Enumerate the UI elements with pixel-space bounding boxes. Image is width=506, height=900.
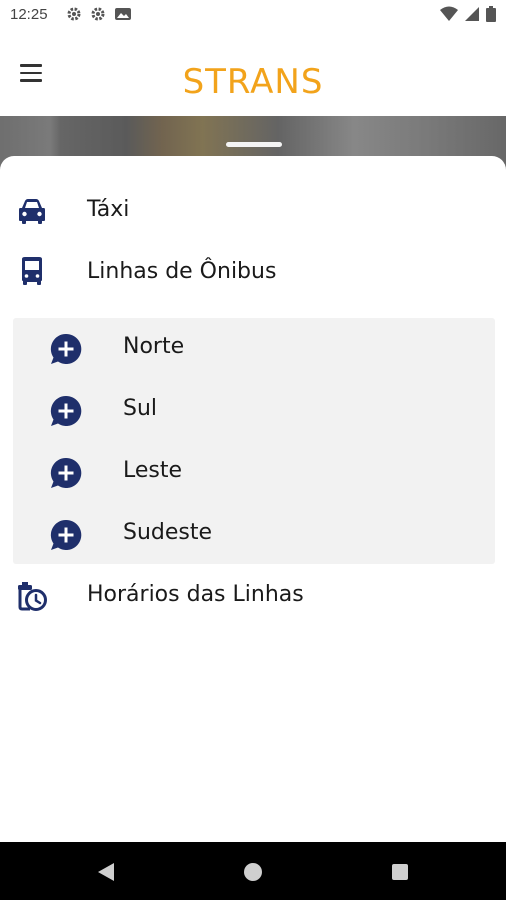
submenu-item-norte[interactable]: Norte: [13, 318, 495, 380]
recents-icon[interactable]: [388, 860, 412, 884]
gallery-icon: [115, 8, 131, 20]
car-icon: [19, 199, 45, 224]
submenu-item-label: Leste: [123, 458, 183, 483]
status-system-icons: [440, 6, 496, 22]
settings-icon: [67, 7, 81, 21]
submenu-item-label: Sudeste: [123, 520, 213, 545]
submenu-item-label: Sul: [123, 396, 158, 421]
bus-lines-submenu: Norte Sul Leste Sudeste: [13, 318, 495, 564]
menu-item-label: Horários das Linhas: [87, 582, 304, 607]
status-time: 12:25: [10, 6, 48, 23]
add-chat-icon: [50, 457, 82, 488]
schedule-clock-icon: [18, 582, 47, 611]
menu-item-line-schedules[interactable]: Horários das Linhas: [0, 566, 506, 626]
submenu-item-leste[interactable]: Leste: [13, 442, 495, 504]
wifi-icon: [440, 6, 458, 21]
add-chat-icon: [50, 519, 82, 550]
menu-item-bus-lines[interactable]: Linhas de Ônibus: [0, 243, 506, 303]
system-navigation-bar: [0, 842, 506, 900]
submenu-item-label: Norte: [123, 334, 185, 359]
menu-item-label: Táxi: [87, 197, 130, 222]
battery-icon: [486, 6, 496, 22]
add-chat-icon: [50, 395, 82, 426]
status-notification-icons: [66, 6, 132, 22]
app-bar: STRANS: [0, 30, 506, 116]
sheet-drag-handle[interactable]: [226, 142, 282, 147]
bus-icon: [22, 257, 42, 285]
settings-icon: [91, 7, 105, 21]
home-icon[interactable]: [241, 860, 265, 884]
menu-item-label: Linhas de Ônibus: [87, 259, 277, 284]
submenu-item-sul[interactable]: Sul: [13, 380, 495, 442]
submenu-item-sudeste[interactable]: Sudeste: [13, 504, 495, 566]
back-icon[interactable]: [94, 860, 118, 884]
status-bar: 12:25: [0, 0, 506, 30]
signal-icon: [465, 7, 479, 21]
menu-item-taxi[interactable]: Táxi: [0, 181, 506, 241]
app-title: STRANS: [182, 62, 324, 102]
add-chat-icon: [50, 333, 82, 364]
